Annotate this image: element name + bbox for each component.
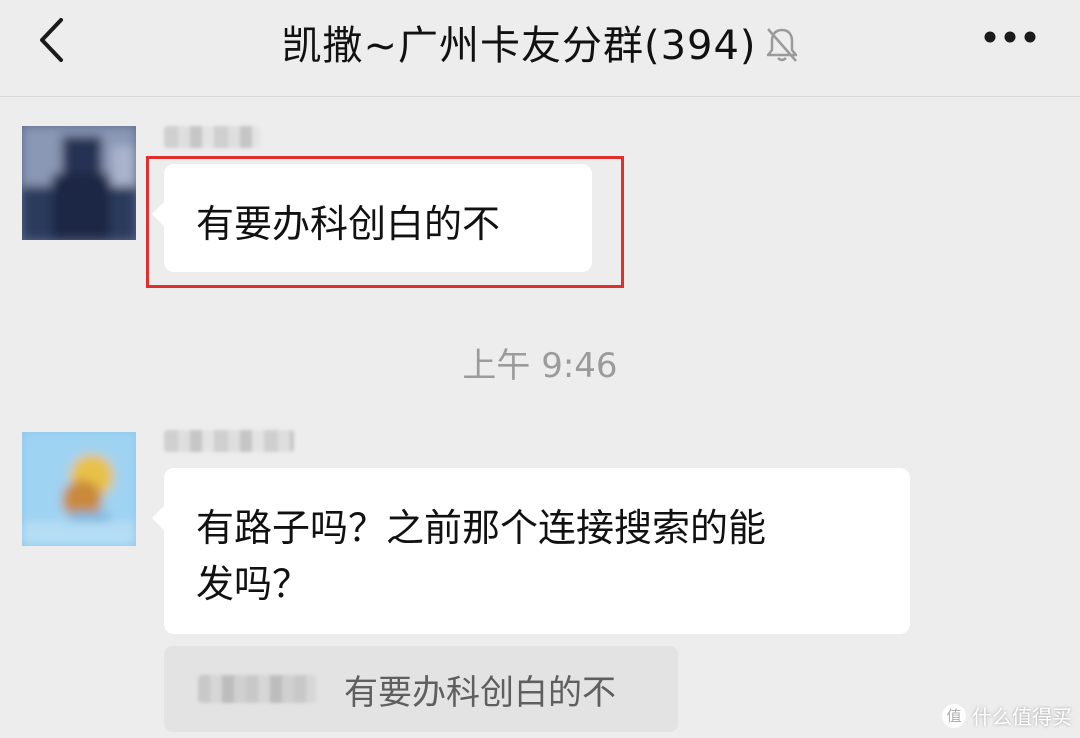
avatar[interactable]: [22, 126, 136, 240]
message-bubble[interactable]: 有要办科创白的不: [152, 164, 592, 272]
message-bubble[interactable]: 有路子吗？之前那个连接搜索的能 发吗？: [152, 468, 910, 634]
sender-name: [164, 126, 260, 148]
sender-name: [164, 430, 294, 452]
avatar[interactable]: [22, 432, 136, 546]
chevron-left-icon: [40, 18, 63, 62]
more-horizontal-icon: [984, 31, 1036, 43]
chat-title: 凯撒~广州卡友分群(394): [281, 23, 757, 69]
watermark-text: 什么值得买: [972, 705, 1072, 729]
timestamp: 上午 9:46: [462, 346, 618, 386]
message-text-line: 发吗？: [196, 562, 311, 606]
quoted-text: 有要办科创白的不: [344, 672, 616, 713]
back-button[interactable]: [22, 10, 82, 70]
message-text-line: 有路子吗？之前那个连接搜索的能: [196, 506, 767, 550]
bell-muted-icon: [766, 28, 797, 62]
quoted-sender-name: [198, 675, 316, 703]
watermark-logo: 值: [942, 703, 966, 728]
chat-title-area: 凯撒~广州卡友分群(394): [180, 12, 900, 72]
chat-header: 凯撒~广州卡友分群(394): [0, 0, 1080, 97]
message-text: 有要办科创白的不: [196, 202, 501, 246]
quoted-message[interactable]: 有要办科创白的不: [164, 646, 678, 732]
more-options-button[interactable]: [968, 12, 1052, 62]
watermark: 值 什么值得买: [942, 701, 1072, 730]
